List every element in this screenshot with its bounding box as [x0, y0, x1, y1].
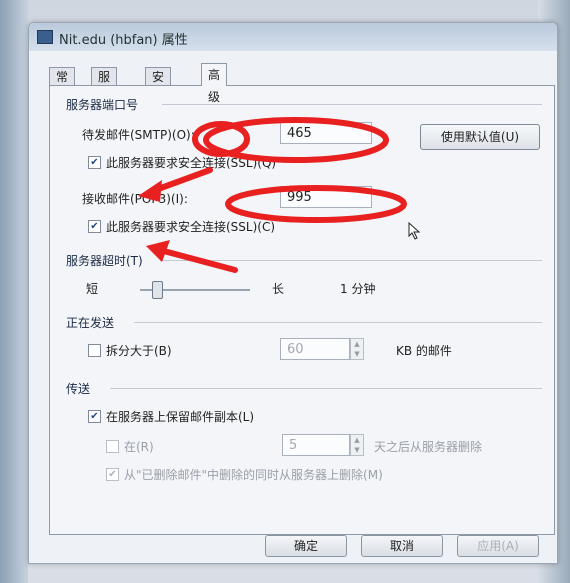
tab-security[interactable]: 安全	[145, 67, 172, 102]
apply-button[interactable]: 应用(A)	[457, 535, 539, 557]
timeout-value: 1 分钟	[340, 282, 376, 296]
desktop-left-edge	[0, 0, 28, 583]
tab-server[interactable]: 服务器	[91, 67, 118, 120]
split-size-input[interactable]: 60	[280, 338, 350, 360]
smtp-port-input[interactable]: 465	[280, 122, 372, 144]
title-bar[interactable]: Nit.edu (hbfan) 属性	[29, 23, 557, 51]
group-divider	[160, 260, 542, 261]
remove-after-days-stepper[interactable]: ▲ ▼	[350, 434, 364, 456]
pop3-ssl-checkbox[interactable]: ✔	[88, 220, 101, 233]
group-server-timeout: 服务器超时(T)	[66, 254, 143, 268]
keep-copy-label: 在服务器上保留邮件副本(L)	[106, 410, 255, 424]
smtp-ssl-checkbox[interactable]: ✔	[88, 156, 101, 169]
keep-copy-checkbox[interactable]: ✔	[88, 410, 101, 423]
smtp-port-label: 待发邮件(SMTP)(O):	[82, 128, 195, 142]
split-size-unit: KB 的邮件	[396, 344, 452, 358]
smtp-ssl-label: 此服务器要求安全连接(SSL)(Q)	[106, 156, 277, 170]
advanced-tab-panel: 服务器端口号 待发邮件(SMTP)(O): 465 使用默认值(U) ✔ 此服务…	[49, 85, 555, 535]
group-sending: 正在发送	[66, 316, 115, 330]
remove-after-checkbox[interactable]	[106, 440, 119, 453]
split-messages-label: 拆分大于(B)	[106, 344, 172, 358]
window-title: Nit.edu (hbfan) 属性	[59, 33, 188, 48]
pop3-port-label: 接收邮件(POP3)(I):	[82, 192, 188, 206]
tab-advanced[interactable]: 高级	[201, 63, 228, 104]
remove-deleted-label: 从"已删除邮件"中删除的同时从服务器上删除(M)	[124, 468, 383, 482]
ok-button[interactable]: 确定	[265, 535, 347, 557]
remove-after-days-input[interactable]: 5	[282, 434, 350, 456]
remove-after-suffix: 天之后从服务器删除	[374, 440, 483, 454]
group-server-ports: 服务器端口号	[66, 98, 139, 112]
account-properties-dialog: Nit.edu (hbfan) 属性 常规 服务器 安全 高级 服务器端口号 待…	[28, 22, 558, 564]
pop3-port-input[interactable]: 995	[280, 186, 372, 208]
timeout-short-label: 短	[86, 282, 99, 296]
mail-account-icon	[37, 30, 53, 44]
group-delivery: 传送	[66, 382, 91, 396]
group-divider	[110, 388, 542, 389]
tab-general[interactable]: 常规	[49, 67, 76, 102]
remove-deleted-checkbox[interactable]: ✔	[106, 468, 119, 481]
group-divider	[134, 322, 542, 323]
timeout-long-label: 长	[272, 282, 285, 296]
mouse-cursor-icon	[408, 222, 421, 240]
split-messages-checkbox[interactable]	[88, 344, 101, 357]
remove-after-label: 在(R)	[124, 440, 154, 454]
pop3-ssl-label: 此服务器要求安全连接(SSL)(C)	[106, 220, 276, 234]
timeout-slider-thumb[interactable]	[151, 281, 163, 299]
use-defaults-button[interactable]: 使用默认值(U)	[420, 124, 540, 150]
split-size-stepper[interactable]: ▲ ▼	[350, 338, 364, 360]
cancel-button[interactable]: 取消	[361, 535, 443, 557]
